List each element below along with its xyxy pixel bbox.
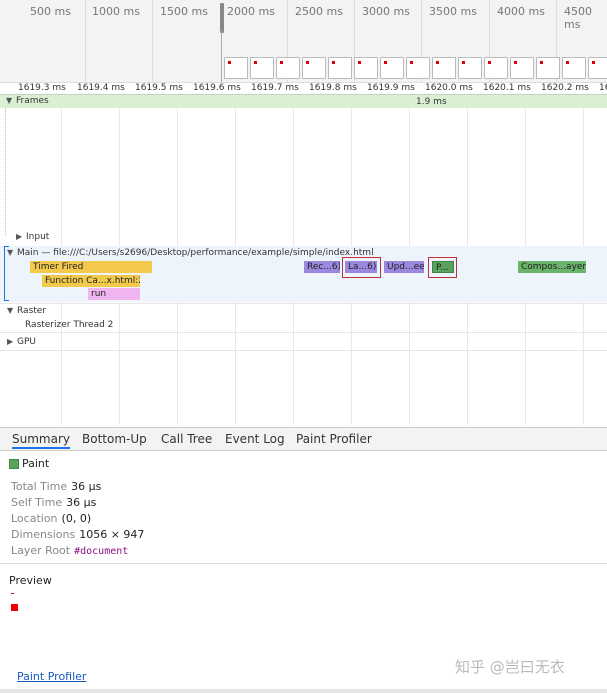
- ruler-tick: 1619.4 ms: [77, 83, 125, 93]
- preview-section: Preview 知乎 @岂曰无衣 Paint Profiler: [0, 563, 607, 693]
- raster-track-header[interactable]: ▼ Raster: [7, 306, 46, 316]
- track-separator: [0, 332, 607, 333]
- expanded-triangle-icon: ▼: [7, 306, 14, 315]
- filmstrip-frame[interactable]: [510, 57, 534, 79]
- ruler-tick: 1620.2 ms: [541, 83, 589, 93]
- flame-chart[interactable]: ▼ Frames 1.9 ms ▶ Input ▼ Main — file:///C:…: [0, 95, 607, 425]
- paint-highlight-box: [428, 257, 457, 278]
- ruler-tick: 1619.8 ms: [309, 83, 357, 93]
- ruler-tick: 1619.7 ms: [251, 83, 299, 93]
- total-time-label: Total Time: [11, 480, 68, 493]
- overview-tick: 500 ms: [30, 5, 71, 18]
- event-composite-layers[interactable]: Compos...ayers: [518, 261, 586, 273]
- location-label: Location: [11, 512, 58, 525]
- paint-category-swatch: [9, 459, 19, 469]
- collapsed-triangle-icon: ▶: [16, 232, 23, 241]
- layer-root-label: Layer Root: [11, 544, 71, 557]
- overview-tick: 4000 ms: [497, 5, 545, 18]
- tab-summary[interactable]: Summary: [12, 432, 70, 449]
- time-ruler: 1619.3 ms 1619.4 ms 1619.5 ms 1619.6 ms …: [0, 83, 607, 103]
- dimensions-label: Dimensions: [11, 528, 76, 541]
- layer-root-link[interactable]: #document: [74, 546, 128, 557]
- overview-tick: 4500 ms: [564, 5, 592, 31]
- event-function-call[interactable]: Function Ca...x.html:25): [42, 275, 140, 287]
- details-tab-bar: Summary Bottom-Up Call Tree Event Log Pa…: [0, 427, 607, 451]
- location-row: Location (0, 0): [11, 512, 91, 525]
- filmstrip-frame[interactable]: [588, 57, 607, 79]
- layout-highlight-box: [342, 257, 381, 278]
- overview-selection-marker: [221, 30, 222, 82]
- overview-tick: 2500 ms: [295, 5, 343, 18]
- frames-track-guide: [5, 108, 6, 236]
- event-timer-fired[interactable]: Timer Fired: [30, 261, 152, 273]
- filmstrip-frame[interactable]: [224, 57, 248, 79]
- ruler-tick: 1619.6 ms: [193, 83, 241, 93]
- frames-track[interactable]: [0, 95, 607, 108]
- event-recalculate-style[interactable]: Rec...6): [304, 261, 340, 273]
- layer-root-row: Layer Root #document: [11, 544, 128, 557]
- location-value: (0, 0): [61, 512, 92, 525]
- paint-preview-image: [11, 604, 18, 611]
- screenshot-filmstrip[interactable]: [224, 57, 607, 79]
- overview-gridline: [152, 0, 153, 82]
- expanded-triangle-icon: ▼: [6, 96, 13, 105]
- dimensions-value: 1056 × 947: [79, 528, 145, 541]
- preview-title: Preview: [9, 574, 52, 587]
- expanded-triangle-icon: ▼: [7, 248, 14, 257]
- filmstrip-frame[interactable]: [380, 57, 404, 79]
- self-time-value: 36 µs: [66, 496, 97, 509]
- filmstrip-frame[interactable]: [432, 57, 456, 79]
- overview-selection-handle[interactable]: [220, 3, 224, 33]
- input-track-header[interactable]: ▶ Input: [16, 232, 49, 242]
- ruler-tick: 1620.0 ms: [425, 83, 473, 93]
- filmstrip-frame[interactable]: [536, 57, 560, 79]
- collapsed-triangle-icon: ▶: [7, 337, 14, 346]
- filmstrip-frame[interactable]: [276, 57, 300, 79]
- track-separator: [0, 350, 607, 351]
- ruler-tick: 1619.5 ms: [135, 83, 183, 93]
- dimensions-row: Dimensions 1056 × 947: [11, 528, 144, 541]
- overview-tick: 1000 ms: [92, 5, 140, 18]
- track-separator: [0, 303, 607, 304]
- ruler-tick: 1620.1 ms: [483, 83, 531, 93]
- ruler-tick: 1619.9 ms: [367, 83, 415, 93]
- event-run[interactable]: run: [88, 288, 140, 300]
- filmstrip-frame[interactable]: [328, 57, 352, 79]
- filmstrip-frame[interactable]: [354, 57, 378, 79]
- tab-paint-profiler[interactable]: Paint Profiler: [296, 432, 372, 446]
- self-time-label: Self Time: [11, 496, 63, 509]
- filmstrip-frame[interactable]: [484, 57, 508, 79]
- event-update-layer-tree[interactable]: Upd...ee: [384, 261, 424, 273]
- frame-duration[interactable]: 1.9 ms: [416, 97, 447, 107]
- total-time-value: 36 µs: [71, 480, 102, 493]
- preview-mark: [11, 593, 14, 594]
- filmstrip-frame[interactable]: [406, 57, 430, 79]
- summary-panel: Paint Total Time 36 µs Self Time 36 µs Loc…: [0, 451, 607, 563]
- overview-tick: 3500 ms: [429, 5, 477, 18]
- filmstrip-frame[interactable]: [458, 57, 482, 79]
- overview-tick: 3000 ms: [362, 5, 410, 18]
- filmstrip-frame[interactable]: [302, 57, 326, 79]
- bottom-border: [0, 689, 607, 693]
- filmstrip-frame[interactable]: [250, 57, 274, 79]
- paint-profiler-link[interactable]: Paint Profiler: [17, 670, 86, 683]
- gpu-track-header[interactable]: ▶ GPU: [7, 337, 36, 347]
- timeline-overview[interactable]: 500 ms 1000 ms 1500 ms 2000 ms 2500 ms 3…: [0, 0, 607, 83]
- summary-title: Paint: [22, 457, 50, 470]
- watermark: 知乎 @岂曰无衣: [455, 658, 565, 676]
- main-thread-header[interactable]: ▼ Main — file:///C:/Users/s2696/Desktop/p…: [7, 248, 374, 258]
- overview-tick: 1500 ms: [160, 5, 208, 18]
- raster-thread-label[interactable]: Rasterizer Thread 2: [25, 320, 113, 330]
- tab-bottom-up[interactable]: Bottom-Up: [82, 432, 147, 446]
- self-time-row: Self Time 36 µs: [11, 496, 96, 509]
- tab-event-log[interactable]: Event Log: [225, 432, 285, 446]
- tab-call-tree[interactable]: Call Tree: [161, 432, 212, 446]
- total-time-row: Total Time 36 µs: [11, 480, 101, 493]
- frames-track-header[interactable]: ▼ Frames: [6, 96, 49, 106]
- filmstrip-frame[interactable]: [562, 57, 586, 79]
- overview-gridline: [85, 0, 86, 82]
- ruler-tick: 1619.3 ms: [18, 83, 66, 93]
- overview-tick: 2000 ms: [227, 5, 275, 18]
